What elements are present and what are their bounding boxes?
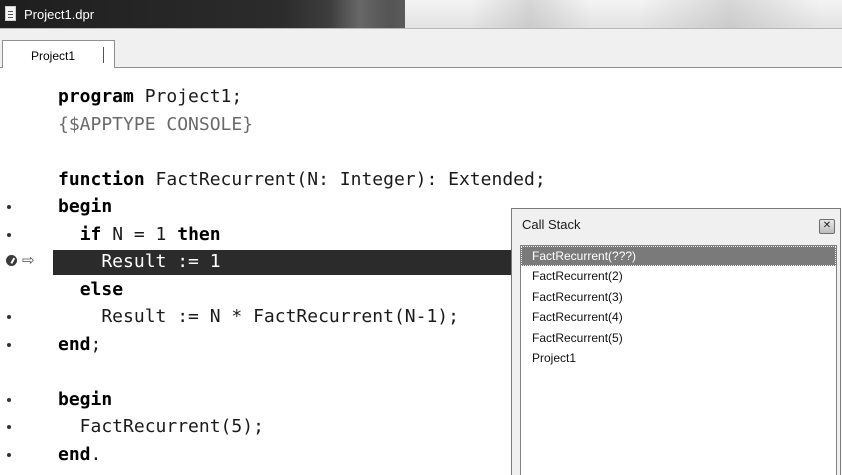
code-line[interactable]: function FactRecurrent(N: Integer): Exte…	[0, 167, 842, 195]
title-bar-artifact	[330, 0, 390, 28]
call-stack-window: Call Stack ✕ FactRecurrent(???) FactRecur…	[511, 208, 841, 475]
code-token: ;	[90, 333, 102, 355]
close-icon[interactable]: ✕	[819, 219, 835, 234]
call-stack-title: Call Stack	[522, 217, 581, 232]
call-stack-item[interactable]: FactRecurrent(2)	[521, 266, 836, 286]
tab-divider	[103, 47, 104, 63]
code-text: if N = 1 then	[58, 224, 221, 246]
call-stack-item[interactable]: FactRecurrent(3)	[521, 287, 836, 307]
keyword-token: begin	[58, 388, 113, 410]
code-text: Result := 1	[58, 251, 221, 273]
title-bar: Project1.dpr	[0, 0, 842, 29]
code-line[interactable]	[0, 139, 842, 167]
document-icon	[5, 6, 16, 21]
code-token: FactRecurrent(5);	[58, 416, 264, 437]
call-stack-item[interactable]: Project1	[521, 348, 836, 368]
breakpoint-dot-icon[interactable]	[7, 232, 11, 237]
keyword-token: else	[79, 278, 124, 300]
title-bar-artifact	[640, 0, 820, 28]
execution-point-arrow-icon: ⇨	[22, 252, 35, 269]
keyword-token: end	[58, 443, 91, 465]
code-token: N = 1	[101, 223, 178, 245]
tab-label: Project1	[30, 49, 76, 63]
call-stack-item[interactable]: FactRecurrent(5)	[521, 328, 836, 348]
window-title: Project1.dpr	[24, 7, 95, 22]
breakpoint-dot-icon[interactable]	[7, 315, 11, 319]
tab-project1[interactable]: Project1	[2, 40, 115, 68]
breakpoint-dot-icon[interactable]	[7, 425, 11, 429]
breakpoint-dot-icon[interactable]	[7, 205, 11, 209]
code-text: else	[58, 279, 123, 301]
breakpoint-dot-icon[interactable]	[7, 342, 11, 347]
code-text: program Project1;	[58, 86, 242, 108]
editor-tab-strip: Project1	[0, 29, 842, 68]
code-token: FactRecurrent(N: Integer): Extended;	[144, 168, 546, 190]
keyword-token: function	[58, 168, 145, 190]
keyword-token: end	[58, 333, 91, 355]
title-bar-artifact	[470, 0, 590, 28]
code-text: begin	[58, 389, 112, 411]
code-token: Project1;	[133, 86, 243, 107]
code-text: Result := N * FactRecurrent(N-1);	[58, 306, 459, 328]
code-token: .	[90, 443, 102, 465]
valid-breakpoint-icon[interactable]	[6, 255, 17, 266]
code-text: function FactRecurrent(N: Integer): Exte…	[58, 169, 546, 191]
code-text: FactRecurrent(5);	[58, 416, 264, 438]
call-stack-item[interactable]: FactRecurrent(4)	[521, 307, 836, 327]
code-line[interactable]: {$APPTYPE CONSOLE}	[0, 112, 842, 140]
breakpoint-dot-icon[interactable]	[7, 397, 11, 402]
code-text: begin	[58, 196, 112, 218]
breakpoint-dot-icon[interactable]	[7, 452, 11, 457]
keyword-token: program	[58, 86, 134, 107]
code-token: Result := N * FactRecurrent(N-1);	[58, 306, 459, 327]
code-text: end;	[58, 334, 101, 356]
code-text: {$APPTYPE CONSOLE}	[58, 114, 253, 136]
code-text: end.	[58, 444, 101, 466]
keyword-token: then	[177, 223, 221, 245]
keyword-token: begin	[58, 196, 113, 217]
call-stack-item-selected[interactable]: FactRecurrent(???)	[521, 246, 836, 267]
code-line[interactable]: program Project1;	[0, 84, 842, 112]
call-stack-list[interactable]: FactRecurrent(???) FactRecurrent(2) FactRe…	[520, 245, 837, 475]
keyword-token: if	[79, 223, 102, 245]
comment-token: {$APPTYPE CONSOLE}	[58, 113, 254, 135]
code-token: Result := 1	[58, 251, 221, 272]
